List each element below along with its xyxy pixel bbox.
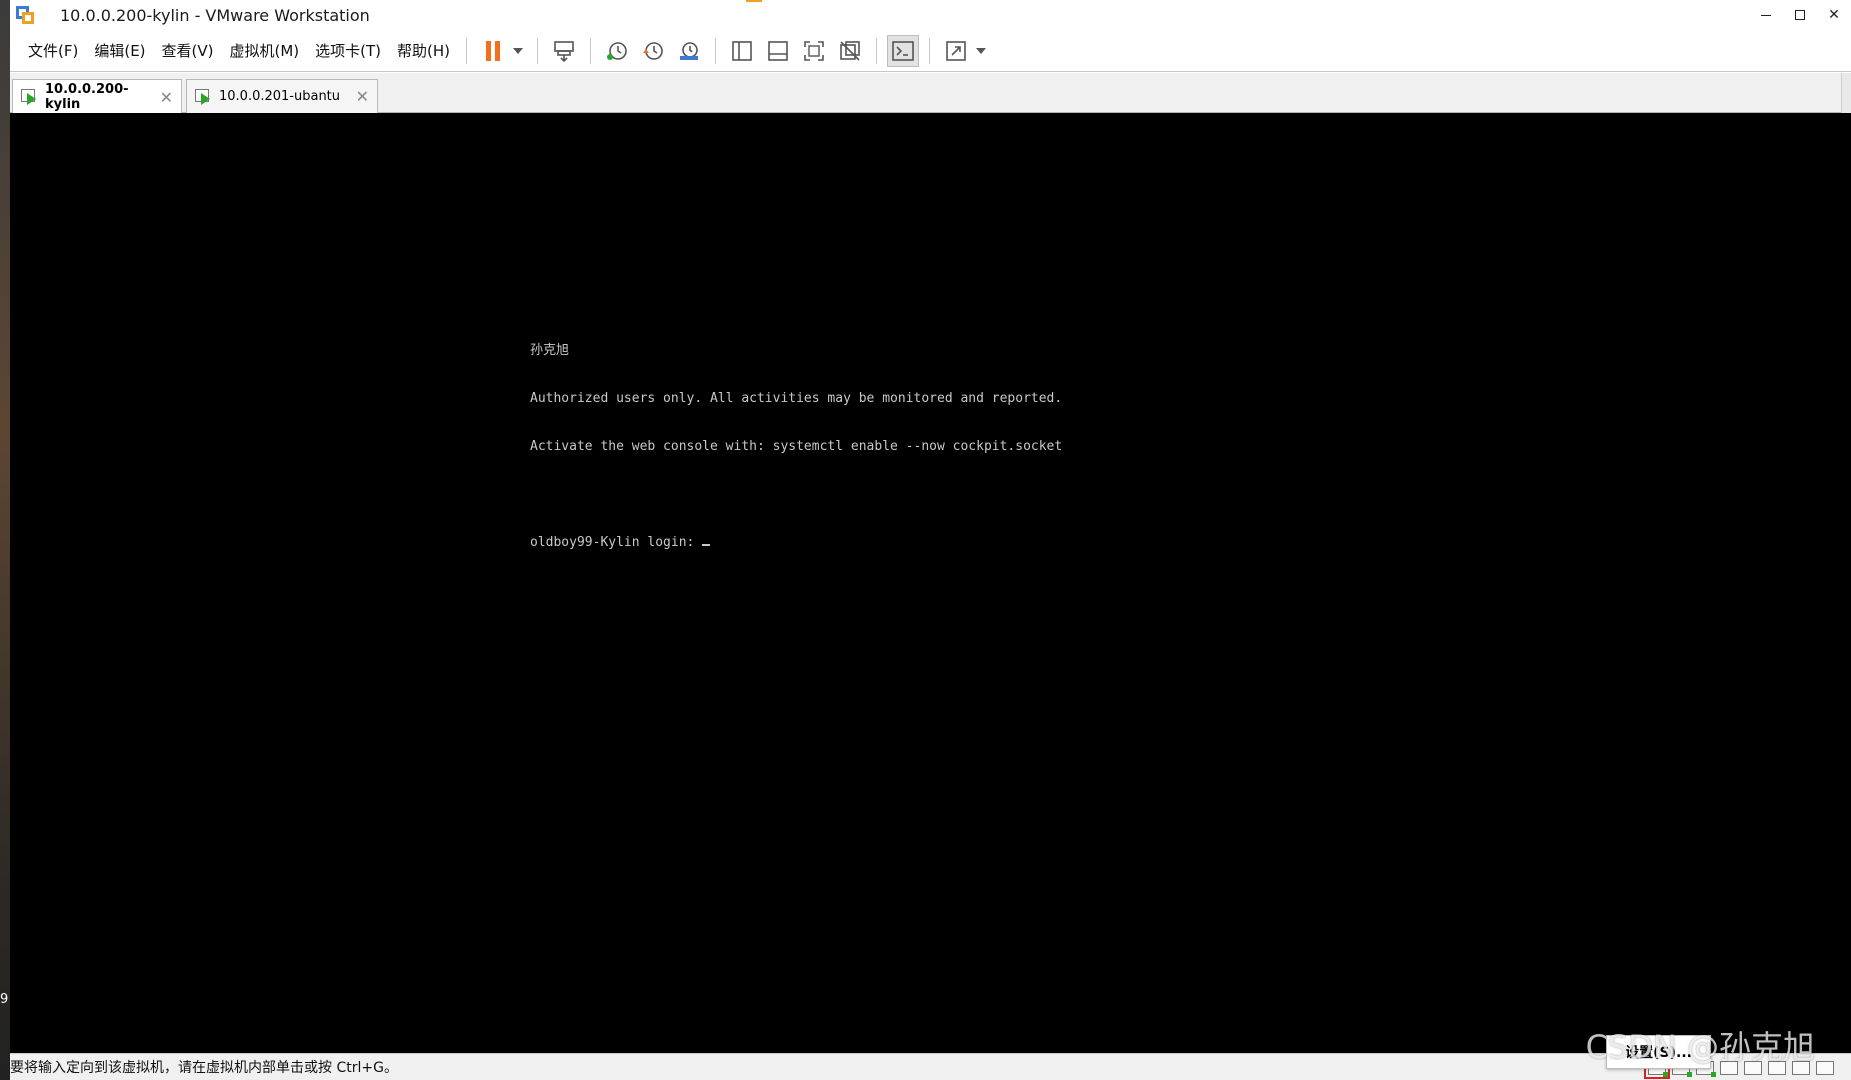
unity-icon [840,40,860,61]
full-screen-button[interactable] [798,35,830,67]
toolbar-separator [537,37,539,64]
tab-label: 10.0.0.200-kylin [45,82,129,112]
desktop-edge-text: 9 [0,992,9,1007]
vmware-app-icon[interactable] [14,4,36,26]
stretch-dropdown-caret[interactable] [976,47,987,54]
toolbar-separator [466,37,468,64]
console-view-button[interactable] [887,34,920,67]
desktop-background: 9 [0,0,10,1080]
tab-label: 10.0.0.201-ubantu [219,89,341,104]
toolbar-separator [715,37,717,64]
menu-vm[interactable]: 虚拟机(M) [222,37,308,65]
login-prompt: oldboy99-Kylin login: [530,535,703,550]
minimize-button[interactable] [1749,0,1783,30]
menu-file[interactable]: 文件(F) [20,37,86,65]
snapshot-manager-icon [680,41,699,60]
send-ctrl-alt-del-button[interactable] [548,35,580,67]
maximize-icon [1795,10,1805,20]
status-bar: 要将输入定向到该虚拟机，请在虚拟机内部单击或按 Ctrl+G。 [10,1053,1851,1080]
toolbar-separator [876,37,878,64]
vmware-window: 10.0.0.200-kylin - VMware Workstation ✕ … [10,0,1851,1080]
console-banner-warning: Authorized users only. All activities ma… [530,391,1063,406]
send-ctrl-alt-del-icon [554,40,574,62]
menu-view[interactable]: 查看(V) [154,37,222,65]
revert-snapshot-button[interactable] [637,35,669,67]
csdn-watermark: CSDN @孙克旭 [1585,1028,1815,1066]
menu-edit[interactable]: 编辑(E) [86,37,153,65]
toolbar-separator [590,37,592,64]
vm-tab-strip: 10.0.0.200-kylin ✕ 10.0.0.201-ubantu ✕ [10,73,1851,114]
take-snapshot-button[interactable] [601,35,633,67]
show-library-button[interactable] [726,35,758,67]
pause-icon [486,40,501,61]
status-message: 要将输入定向到该虚拟机，请在虚拟机内部单击或按 Ctrl+G。 [10,1060,398,1076]
tab-vm-ubantu[interactable]: 10.0.0.201-ubantu ✕ [186,79,378,113]
menu-help[interactable]: 帮助(H) [389,37,458,65]
toolbar-separator [929,37,931,64]
close-button[interactable]: ✕ [1817,0,1851,30]
close-icon: ✕ [1828,7,1840,23]
show-thumbnail-bar-icon [768,40,788,61]
title-accent-mark [746,0,762,2]
full-screen-icon [804,40,824,61]
stretch-guest-button[interactable] [940,35,972,67]
minimize-icon [1761,14,1771,16]
show-thumbnail-bar-button[interactable] [762,35,794,67]
console-banner-cockpit: Activate the web console with: systemctl… [530,439,1063,454]
vm-running-icon [195,88,213,105]
snapshot-manager-button[interactable] [673,35,705,67]
text-cursor [702,544,711,546]
stretch-guest-icon [946,40,966,61]
close-icon[interactable]: ✕ [160,88,173,107]
console-login-line[interactable]: oldboy99-Kylin login: [530,535,1062,551]
menu-tabs[interactable]: 选项卡(T) [307,37,389,65]
snapshot-take-icon [607,41,627,60]
console-banner-name: 孙克旭 [530,343,570,358]
snapshot-revert-icon [643,41,663,60]
maximize-button[interactable] [1783,0,1817,30]
message-log-icon[interactable] [1816,1061,1834,1075]
vm-console-screen[interactable]: 孙克旭 Authorized users only. All activitie… [10,113,1851,1053]
pause-button[interactable] [477,35,509,67]
title-bar: 10.0.0.200-kylin - VMware Workstation ✕ [10,0,1851,30]
console-output: 孙克旭 Authorized users only. All activitie… [530,311,1062,583]
window-title: 10.0.0.200-kylin - VMware Workstation [60,5,370,25]
menu-toolbar-bar: 文件(F) 编辑(E) 查看(V) 虚拟机(M) 选项卡(T) 帮助(H) [10,30,1851,72]
console-view-icon [892,40,914,61]
tab-vm-kylin[interactable]: 10.0.0.200-kylin ✕ [12,79,182,114]
vm-running-icon [21,89,39,105]
show-library-icon [732,40,752,61]
close-icon[interactable]: ✕ [356,87,369,106]
unity-button[interactable] [834,35,866,67]
window-controls: ✕ [1749,0,1851,30]
pause-dropdown-caret[interactable] [513,47,524,54]
